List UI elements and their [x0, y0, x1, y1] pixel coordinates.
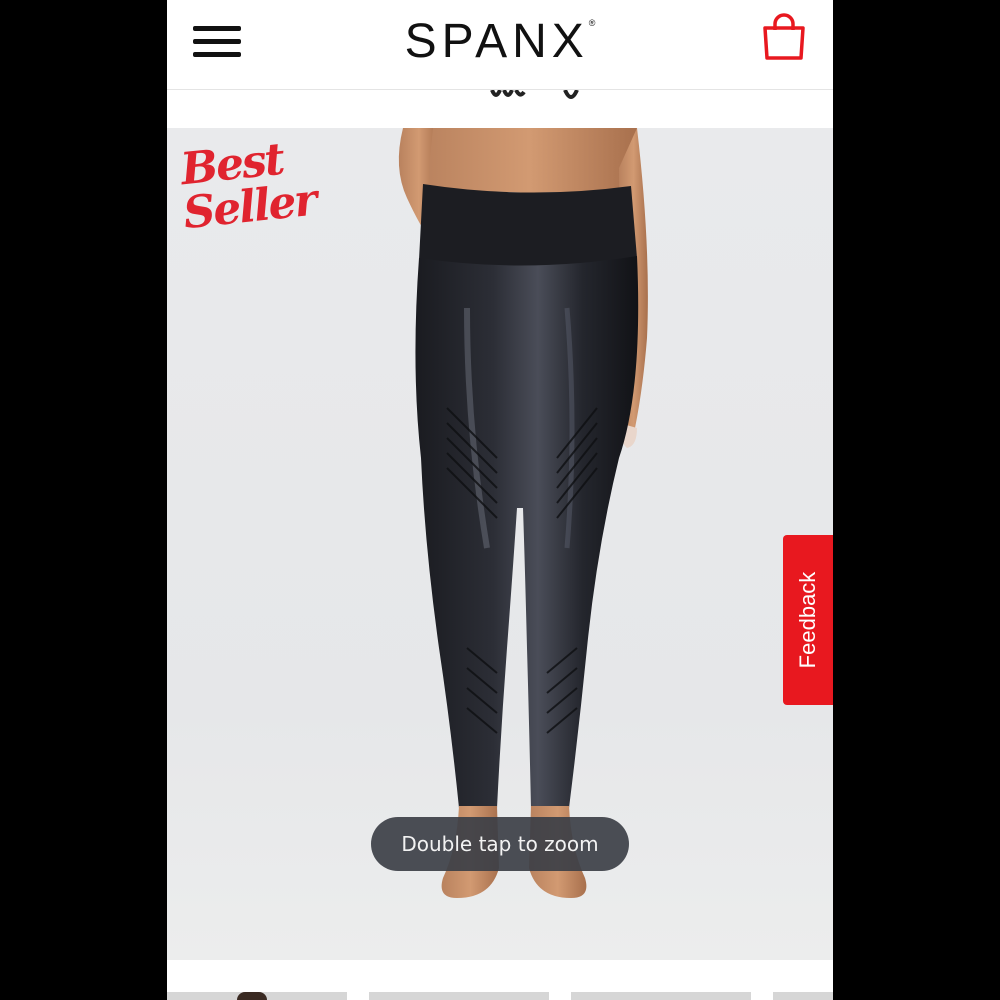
thumbnail-3[interactable]: [571, 992, 751, 1000]
phone-viewport: SPANX® Best Seller Feedback Double tap t…: [167, 0, 833, 1000]
brand-logo-text: SPANX: [404, 15, 589, 68]
thumbnail-1[interactable]: [167, 992, 347, 1000]
best-seller-badge: Best Seller: [178, 134, 318, 240]
product-title-partial: [167, 90, 833, 128]
registered-mark: ®: [588, 18, 596, 28]
cut-off-title-glyphs: [490, 90, 579, 99]
zoom-hint-label: Double tap to zoom: [401, 832, 599, 856]
shopping-bag-icon: [763, 13, 805, 60]
thumbnail-4[interactable]: [773, 992, 833, 1000]
brand-logo[interactable]: SPANX®: [167, 14, 833, 69]
thumbnail-2[interactable]: [369, 992, 549, 1000]
best-seller-line2: Seller: [180, 174, 318, 240]
feedback-button[interactable]: Feedback: [783, 535, 833, 705]
site-header: SPANX®: [167, 0, 833, 90]
cart-button[interactable]: [761, 12, 807, 62]
thumbnail-strip: [167, 960, 833, 1000]
feedback-label: Feedback: [795, 571, 820, 669]
zoom-hint-toast: Double tap to zoom: [371, 817, 629, 871]
product-image[interactable]: Best Seller Feedback Double tap to zoom: [167, 128, 833, 960]
